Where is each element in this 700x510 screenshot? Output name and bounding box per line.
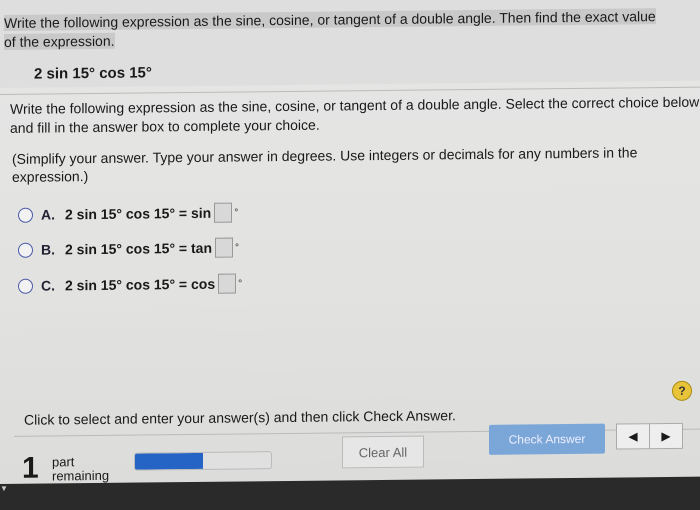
screen: Write the following expression as the si… xyxy=(0,0,700,485)
prev-button[interactable]: ◀ xyxy=(617,424,649,448)
question-text: Write the following expression as the si… xyxy=(4,8,656,50)
parts-label: part remaining xyxy=(52,454,110,484)
radio-b[interactable] xyxy=(18,242,33,258)
option-b[interactable]: B. 2 sin 15° cos 15° = tan ° xyxy=(18,237,239,259)
simplify-note: (Simplify your answer. Type your answer … xyxy=(12,144,638,185)
clear-all-button[interactable]: Clear All xyxy=(342,435,424,469)
radio-a[interactable] xyxy=(18,207,33,223)
radio-c[interactable] xyxy=(18,278,33,294)
next-button[interactable]: ▶ xyxy=(649,423,682,449)
check-answer-button[interactable]: Check Answer xyxy=(489,423,605,455)
progress-bar xyxy=(134,451,272,471)
parts-count: 1 xyxy=(22,451,39,485)
option-c[interactable]: C. 2 sin 15° cos 15° = cos ° xyxy=(18,273,242,295)
progress-fill xyxy=(135,452,203,470)
answer-box-c[interactable] xyxy=(218,273,237,294)
instruction-text: Write the following expression as the si… xyxy=(10,93,700,136)
help-icon[interactable]: ? xyxy=(672,380,692,401)
answer-box-a[interactable] xyxy=(214,202,233,223)
hint-text: Click to select and enter your answer(s)… xyxy=(24,407,456,428)
answer-box-b[interactable] xyxy=(215,237,233,258)
question-expression: 2 sin 15° cos 15° xyxy=(34,64,152,83)
question-nav: ◀ ▶ xyxy=(616,422,683,450)
scroll-down-icon[interactable]: ▼ xyxy=(0,484,10,496)
option-a[interactable]: A. 2 sin 15° cos 15° = sin ° xyxy=(18,202,238,225)
